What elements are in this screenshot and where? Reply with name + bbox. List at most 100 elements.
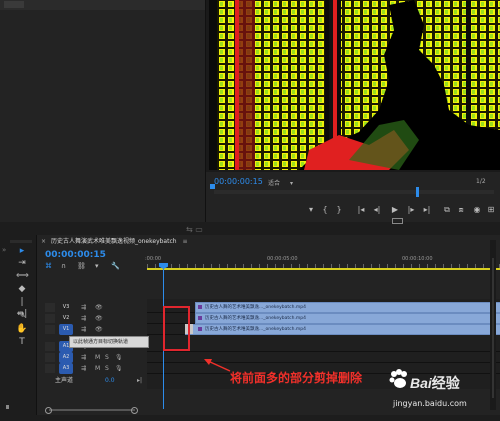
monitor-scrub-bar[interactable] xyxy=(214,190,494,194)
eye-icon[interactable]: 👁 xyxy=(95,324,103,335)
track-target-toggle[interactable] xyxy=(45,364,55,373)
track-label-v1[interactable]: V1 xyxy=(59,324,73,335)
fit-dropdown[interactable]: 适合 ▾ xyxy=(268,178,293,187)
track-header-a3: A3 ⇶ M S 🎙 xyxy=(37,363,147,374)
sync-lock-icon[interactable]: ⇶ xyxy=(81,363,86,374)
add-marker-icon[interactable]: ▾ xyxy=(95,262,99,270)
sequence-tools: ⌘ ∩ ⛓ ▾ 🔧 xyxy=(45,262,135,272)
timeline-zoom-scrollbar[interactable] xyxy=(43,407,143,414)
track-target-toggle[interactable] xyxy=(45,325,55,334)
sync-lock-icon[interactable]: ⇶ xyxy=(81,313,86,324)
linked-selection-icon[interactable]: ⛓ xyxy=(77,262,86,270)
ruler-label-1: 00:00:05:00 xyxy=(267,256,298,262)
watermark-cn: 经验 xyxy=(431,376,460,392)
in-point-icon[interactable]: { xyxy=(320,205,330,214)
close-icon[interactable]: × xyxy=(41,238,46,245)
solo-button[interactable]: S xyxy=(105,352,109,363)
step-back-icon[interactable]: ◂| xyxy=(372,205,382,214)
ruler-label-2: 00:00:10:00 xyxy=(402,256,433,262)
highlight-box xyxy=(163,306,190,351)
clip-v1[interactable]: 历史古人舞的艺术唯美飘逸..._onekeybatch.mp4 xyxy=(185,324,500,335)
time-ruler[interactable]: :00:00 00:00:05:00 00:00:10:00 xyxy=(145,253,500,269)
resolution-ratio[interactable]: 1/2 xyxy=(476,178,486,185)
snap-icon[interactable]: ∩ xyxy=(61,262,66,270)
play-icon[interactable]: ▶ xyxy=(390,205,400,214)
project-panel xyxy=(0,0,206,222)
transport-controls: ▾ { } |◂ ◂| ▶ |▸ ▸| ⧉ ⧈ ◉ ⊞ xyxy=(206,205,500,219)
slip-tool-icon[interactable]: |↔| xyxy=(16,296,28,319)
microphone-icon[interactable]: 🎙 xyxy=(115,352,123,363)
clip-v3[interactable]: 历史古人舞的艺术唯美飘逸..._onekeybatch.mp4 xyxy=(195,302,500,313)
monitor-timecode[interactable]: 00:00:00:15 xyxy=(214,177,263,186)
master-track-header: 主声道 0.0 ▸| xyxy=(37,375,147,386)
ruler-label-0: :00:00 xyxy=(145,256,162,262)
track-header-v1: V1 ⇶ 👁 xyxy=(37,324,147,335)
go-to-end-icon[interactable]: ▸| xyxy=(137,375,142,386)
clip-label: 历史古人舞的艺术唯美飘逸..._onekeybatch.mp4 xyxy=(205,316,307,321)
sync-lock-icon[interactable]: ⇶ xyxy=(81,302,86,313)
ripple-edit-tool-icon[interactable]: ⟺ xyxy=(16,270,29,282)
track-label-a3[interactable]: A3 xyxy=(59,363,73,374)
track-label-v2[interactable]: V2 xyxy=(59,313,73,324)
sync-lock-icon[interactable]: ⇶ xyxy=(81,324,86,335)
track-select-tool-icon[interactable]: ⇥ xyxy=(16,257,28,269)
panel-tab[interactable] xyxy=(4,1,24,8)
track-label-a2[interactable]: A2 xyxy=(59,352,73,363)
track-target-toggle[interactable] xyxy=(45,353,55,362)
type-tool-icon[interactable]: T xyxy=(16,336,28,348)
resize-handle[interactable] xyxy=(6,405,9,409)
monitor-playhead[interactable] xyxy=(416,187,419,197)
watermark-url: jingyan.baidu.com xyxy=(393,399,467,408)
eye-icon[interactable]: 👁 xyxy=(95,313,103,324)
annotation-arrow-icon xyxy=(204,359,231,372)
solo-button[interactable]: S xyxy=(105,363,109,374)
nest-icon[interactable]: ⌘ xyxy=(45,262,52,270)
tab-menu-icon[interactable]: ≡ xyxy=(182,238,187,245)
razor-tool-icon[interactable]: ◆ xyxy=(16,283,28,295)
step-forward-icon[interactable]: |▸ xyxy=(406,205,416,214)
video-frame xyxy=(209,0,500,170)
selection-tool-icon[interactable]: ▸ xyxy=(16,245,28,257)
settings-icon[interactable]: ⊞ xyxy=(486,205,496,214)
out-point-icon[interactable]: } xyxy=(334,205,344,214)
annotation-text: 将前面多的部分剪掉删除 xyxy=(230,371,363,385)
wrench-icon[interactable]: 🔧 xyxy=(111,262,120,270)
insert-icon[interactable]: ⧉ xyxy=(442,205,452,215)
clip-label: 历史古人舞的艺术唯美飘逸..._onekeybatch.mp4 xyxy=(205,305,307,310)
sync-lock-icon[interactable]: ⇶ xyxy=(81,352,86,363)
project-panel-header xyxy=(0,0,205,10)
work-area-bar[interactable] xyxy=(147,268,500,270)
track-label-v3[interactable]: V3 xyxy=(59,302,73,313)
mute-button[interactable]: M xyxy=(95,363,100,374)
track-header-v2: V2 ⇶ 👁 xyxy=(37,313,147,324)
eye-icon[interactable]: 👁 xyxy=(95,302,103,313)
export-frame-icon[interactable]: ◉ xyxy=(472,205,482,214)
master-volume[interactable]: 0.0 xyxy=(105,375,115,386)
video-content xyxy=(209,0,500,170)
clip-v2[interactable]: 历史古人舞的艺术唯美飘逸..._onekeybatch.mp4 xyxy=(195,313,500,324)
sequence-timecode[interactable]: 00:00:00:15 xyxy=(45,250,106,260)
track-lane-a1[interactable] xyxy=(147,341,500,352)
marker-icon[interactable]: ▾ xyxy=(306,205,316,214)
sequence-tab-title: 历史古人舞演武术唯美飘逸视频_onekeybatch xyxy=(50,238,177,245)
sequence-tab[interactable]: × 历史古人舞演武术唯美飘逸视频_onekeybatch ≡ xyxy=(41,236,188,245)
overwrite-icon[interactable]: ⧈ xyxy=(456,205,466,215)
scrollbar-left-handle[interactable] xyxy=(45,407,52,414)
track-target-toggle[interactable] xyxy=(45,303,55,312)
go-in-icon[interactable]: |◂ xyxy=(356,205,366,214)
track-lane-a2[interactable] xyxy=(147,352,500,363)
scrollbar-track xyxy=(49,409,135,411)
button-editor-icon[interactable] xyxy=(392,218,403,224)
mute-button[interactable]: M xyxy=(95,352,100,363)
hand-tool-icon[interactable]: ✋ xyxy=(16,323,28,335)
master-label: 主声道 xyxy=(55,377,74,384)
panel-collapse-icon[interactable]: » xyxy=(2,246,6,254)
panel-wrench-icon[interactable]: ⇆ ▭ xyxy=(186,225,203,234)
microphone-icon[interactable]: 🎙 xyxy=(115,363,123,374)
track-target-toggle[interactable] xyxy=(45,342,55,351)
track-target-toggle[interactable] xyxy=(45,314,55,323)
watermark-brand: Bai xyxy=(410,375,432,391)
pen-tool-icon[interactable]: ✎ xyxy=(16,310,28,322)
scrollbar-right-handle[interactable] xyxy=(131,407,138,414)
go-out-icon[interactable]: ▸| xyxy=(422,205,432,214)
